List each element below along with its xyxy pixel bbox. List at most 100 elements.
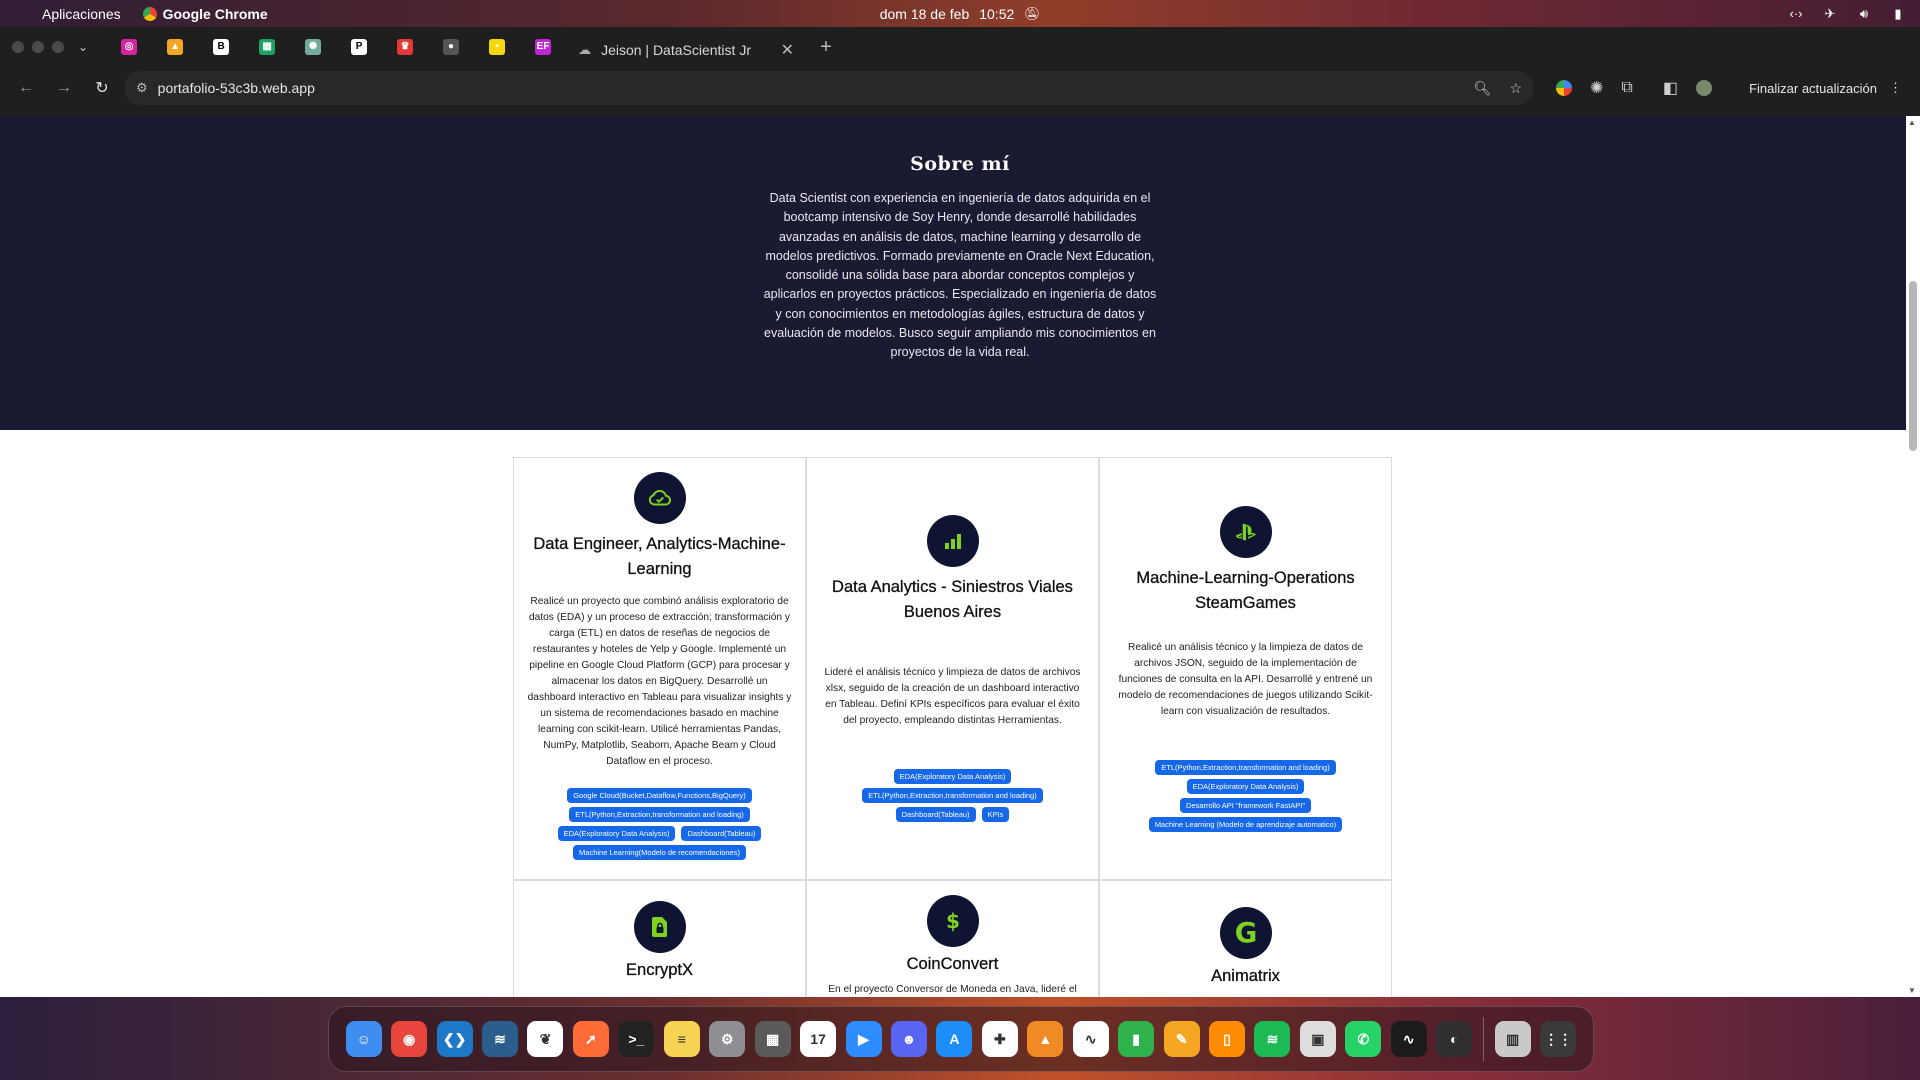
dock-item[interactable]: ▲ <box>1023 1013 1068 1065</box>
volume-icon[interactable]: 🔊︎ <box>1856 6 1872 22</box>
vscode-icon: ❮❯ <box>436 1021 473 1057</box>
pinned-tab[interactable]: EF <box>520 27 566 67</box>
pinned-tab[interactable]: P <box>336 27 382 67</box>
dock-item[interactable]: ☻ <box>886 1013 931 1065</box>
side-panel-icon[interactable]: ◧ <box>1663 78 1678 98</box>
pinned-tab[interactable]: ▪ <box>474 27 520 67</box>
airplane-icon[interactable]: ✈ <box>1822 6 1838 22</box>
active-tab[interactable]: ☁ Jeison | DataScientist Jr ✕ <box>566 33 807 67</box>
dock-item[interactable]: ◐ <box>1432 1013 1477 1065</box>
menu-aplicaciones[interactable]: Aplicaciones <box>42 6 121 22</box>
google-extension-icon[interactable] <box>1556 80 1572 96</box>
zoom-icon[interactable]: 🔍︎ <box>1474 80 1492 97</box>
notifications-off-icon[interactable]: 🔕︎ <box>1024 6 1041 22</box>
url-text[interactable]: portafolio-53c3b.web.app <box>158 80 315 96</box>
dock-item[interactable]: ∿ <box>1068 1013 1113 1065</box>
project-card[interactable]: Data Engineer, Analytics-Machine-Learnin… <box>513 457 806 880</box>
pinned-tab[interactable]: ✺ <box>290 27 336 67</box>
more-menu-icon[interactable]: ⋮ <box>1889 80 1902 96</box>
dock-item[interactable]: ✎ <box>1159 1013 1204 1065</box>
project-card[interactable]: Machine-Learning-Operations SteamGames Re… <box>1099 457 1392 880</box>
dock-item[interactable]: ∿ <box>1386 1013 1431 1065</box>
dock-item[interactable]: ≋ <box>477 1013 522 1065</box>
address-bar[interactable]: ⚙ portafolio-53c3b.web.app 🔍︎ ☆ <box>124 71 1534 105</box>
dock-item[interactable]: ▮ <box>1113 1013 1158 1065</box>
project-card[interactable]: $ CoinConvert En el proyecto Conversor de … <box>806 880 1099 997</box>
dock-item[interactable]: ⋮⋮ <box>1535 1013 1580 1065</box>
dock-item[interactable]: ✚ <box>977 1013 1022 1065</box>
profile-avatar[interactable] <box>1695 80 1712 96</box>
calculator-icon: ▦ <box>754 1021 791 1057</box>
trash-icon: ▥ <box>1494 1021 1531 1057</box>
forward-button[interactable]: → <box>48 72 80 104</box>
pinned-tab[interactable]: ♛ <box>382 27 428 67</box>
new-tab-button[interactable]: + <box>820 36 832 59</box>
minimize-window-button[interactable] <box>32 41 44 53</box>
dock-item[interactable]: ▥ <box>1490 1013 1535 1065</box>
project-card[interactable]: G Animatrix <box>1099 880 1392 997</box>
sheets-icon: ▦ <box>259 39 276 55</box>
dock-item[interactable]: ▦ <box>750 1013 795 1065</box>
dock-item[interactable]: ▶ <box>841 1013 886 1065</box>
pinned-tab[interactable]: ● <box>428 27 474 67</box>
dock-item[interactable]: ☺ <box>341 1013 386 1065</box>
tech-tag: ETL(Python,Extraction,transformation and… <box>1155 759 1336 775</box>
g-logo-icon: G <box>1219 907 1272 959</box>
books-icon: ▯ <box>1209 1021 1246 1057</box>
dock-item[interactable]: ✆ <box>1341 1013 1386 1065</box>
dock-item[interactable]: ▣ <box>1295 1013 1340 1065</box>
dock-item[interactable]: ≋ <box>1250 1013 1295 1065</box>
project-title: Data Engineer, Analytics-Machine-Learnin… <box>533 535 786 578</box>
scroll-up-arrow-icon[interactable]: ▲ <box>1908 118 1916 127</box>
tech-tag: Desarrollo API "framework FastAPI" <box>1179 797 1312 813</box>
page-scrollbar[interactable]: ▲ ▼ <box>1906 116 1920 997</box>
pinned-tab[interactable]: ▲ <box>152 27 198 67</box>
maximize-window-button[interactable] <box>52 41 64 53</box>
finish-update-button[interactable]: Finalizar actualización ⋮ <box>1749 80 1910 96</box>
dock-item[interactable]: ≡ <box>659 1013 704 1065</box>
extensions-puzzle-icon[interactable]: ⧉ <box>1621 79 1632 97</box>
dock-item[interactable]: A <box>932 1013 977 1065</box>
pinned-tab[interactable]: B <box>198 27 244 67</box>
chatgpt-extension-icon[interactable]: ✺ <box>1590 78 1603 98</box>
dock-item[interactable]: 17 <box>795 1013 840 1065</box>
back-button[interactable]: ← <box>10 72 42 104</box>
dock-item[interactable]: ❦ <box>523 1013 568 1065</box>
dock-item[interactable]: ❮❯ <box>432 1013 477 1065</box>
bar-chart-icon <box>926 515 979 567</box>
cloud-tab-icon: ☁ <box>578 42 592 57</box>
notes-icon: ≡ <box>663 1021 700 1057</box>
reload-button[interactable]: ↻ <box>86 72 118 104</box>
menubar-time[interactable]: 10:52 <box>979 6 1014 22</box>
project-card[interactable]: EncryptX <box>513 880 806 997</box>
zoom-icon: ▶ <box>845 1021 882 1057</box>
firebase-icon: ▲ <box>167 39 184 55</box>
site-settings-icon[interactable]: ⚙ <box>136 80 148 96</box>
scrollbar-thumb[interactable] <box>1909 281 1917 451</box>
bookmark-star-icon[interactable]: ☆ <box>1509 80 1522 97</box>
github-icon: ● <box>443 39 460 55</box>
crown-icon: ♛ <box>397 39 414 55</box>
pinned-tab[interactable]: ▦ <box>244 27 290 67</box>
menu-app-name[interactable]: Google Chrome <box>142 6 268 22</box>
tag-list: ETL(Python,Extraction,transformation and… <box>1126 759 1366 832</box>
tech-tag: Machine Learning (Modelo de aprendizaje … <box>1148 816 1343 832</box>
tab-search-chevron-icon[interactable]: ⌄ <box>78 40 88 54</box>
dock-item[interactable]: ◉ <box>386 1013 431 1065</box>
mongodb-icon: ❦ <box>527 1021 564 1057</box>
close-window-button[interactable] <box>12 41 24 53</box>
battery-icon[interactable]: ▮ <box>1890 6 1906 22</box>
close-tab-icon[interactable]: ✕ <box>781 40 794 60</box>
pinned-tab[interactable]: ◎ <box>106 27 152 67</box>
project-card[interactable]: Data Analytics - Siniestros Viales Bueno… <box>806 457 1099 880</box>
scroll-down-arrow-icon[interactable]: ▼ <box>1908 986 1916 995</box>
code-arrows-icon[interactable]: ‹·› <box>1788 6 1804 22</box>
dock-separator <box>1482 1017 1484 1061</box>
dock-item[interactable]: ➚ <box>568 1013 613 1065</box>
calendar-icon: 17 <box>800 1021 837 1057</box>
dock-item[interactable]: ⚙ <box>705 1013 750 1065</box>
dock-item[interactable]: >_ <box>614 1013 659 1065</box>
dock-item[interactable]: ▯ <box>1204 1013 1249 1065</box>
tech-tag: KPIs <box>981 807 1010 822</box>
menubar-date[interactable]: dom 18 de feb <box>880 6 970 22</box>
